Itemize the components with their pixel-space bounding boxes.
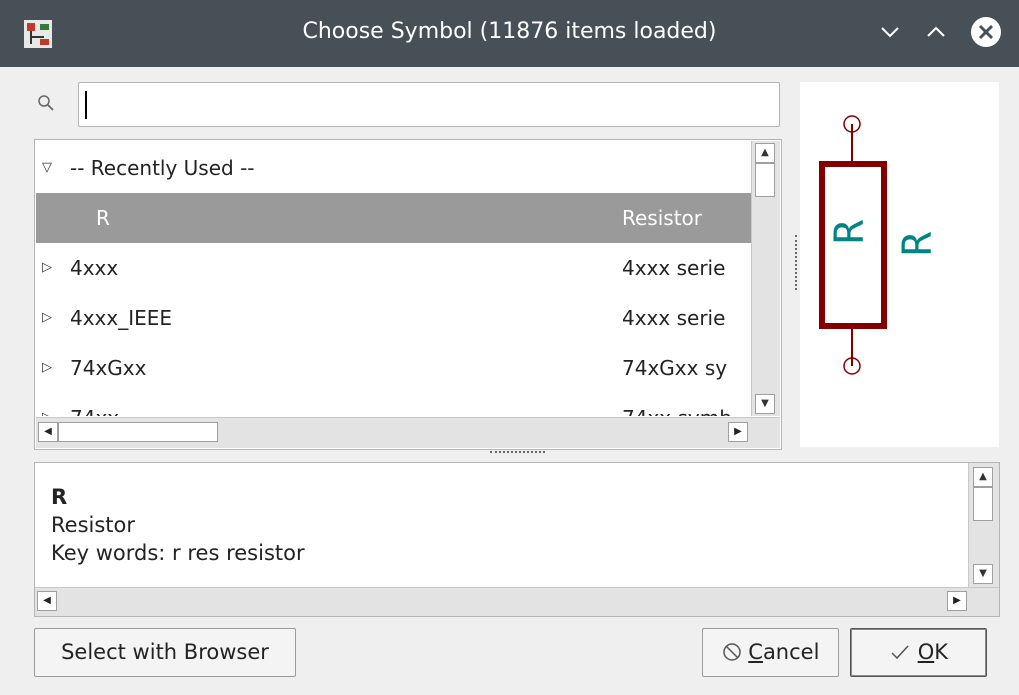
- details-horizontal-scrollbar[interactable]: ◀ ▶: [35, 587, 999, 616]
- tree-row-74xgxx[interactable]: ▷ 74xGxx 74xGxx sy: [36, 343, 751, 393]
- tree-vertical-scrollbar[interactable]: ▲ ▼: [751, 141, 780, 416]
- ok-accelerator: O: [917, 640, 935, 664]
- cancel-icon: [722, 643, 741, 661]
- tree-row-recently-used[interactable]: ▽ -- Recently Used --: [36, 143, 751, 193]
- tree-viewport: ▽ -- Recently Used -- R Resistor ▷ 4xxx …: [36, 141, 751, 416]
- tree-row-desc: 4xxx serie: [622, 306, 726, 330]
- tree-row-name: 4xxx_IEEE: [70, 306, 173, 330]
- select-with-browser-button[interactable]: Select with Browser: [34, 628, 296, 677]
- symbol-preview: R R: [800, 82, 999, 447]
- details-description: Resistor: [51, 513, 135, 537]
- tree-row-r[interactable]: R Resistor: [36, 193, 751, 243]
- tree-row-name: R: [96, 206, 110, 230]
- symbol-tree[interactable]: ▽ -- Recently Used -- R Resistor ▷ 4xxx …: [34, 139, 782, 450]
- tree-row-74xx[interactable]: ▷ 74xx 74xx symb: [36, 393, 751, 416]
- scroll-thumb[interactable]: [755, 163, 775, 197]
- button-label: Select with Browser: [61, 640, 269, 664]
- cancel-accelerator: C: [748, 640, 763, 664]
- checkmark-icon: [891, 645, 909, 660]
- scroll-down-button[interactable]: ▼: [973, 564, 993, 584]
- scroll-left-button[interactable]: ◀: [38, 422, 58, 442]
- scroll-up-button[interactable]: ▲: [755, 143, 775, 163]
- title-bar: Choose Symbol (11876 items loaded): [0, 0, 1019, 67]
- symbol-details-panel: R Resistor Key words: r res resistor ▲ ▼…: [34, 462, 1000, 617]
- details-keywords: Key words: r res resistor: [51, 541, 305, 565]
- chevron-up-icon: [927, 26, 945, 37]
- tree-row-name: -- Recently Used --: [70, 156, 255, 180]
- tree-row-desc: 74xGxx sy: [622, 356, 728, 380]
- symbol-reference-text: R: [895, 231, 941, 256]
- close-icon: [971, 17, 1001, 47]
- tree-horizontal-scrollbar[interactable]: ◀ ▶: [36, 417, 780, 448]
- resistor-symbol-graphic: R R: [819, 115, 941, 375]
- scroll-up-button[interactable]: ▲: [973, 467, 993, 487]
- tree-row-name: 74xGxx: [70, 356, 147, 380]
- tree-row-desc: 4xxx serie: [622, 256, 726, 280]
- scroll-down-button[interactable]: ▼: [755, 394, 775, 414]
- minimize-button[interactable]: [874, 16, 906, 48]
- maximize-button[interactable]: [920, 16, 952, 48]
- tree-row-4xxx[interactable]: ▷ 4xxx 4xxx serie: [36, 243, 751, 293]
- scroll-left-button[interactable]: ◀: [37, 591, 57, 611]
- details-text: R Resistor Key words: r res resistor: [51, 483, 305, 567]
- horizontal-splitter-handle[interactable]: [490, 451, 545, 456]
- details-symbol-name: R: [51, 485, 68, 509]
- collapsed-triangle-icon[interactable]: ▷: [42, 243, 52, 293]
- scroll-thumb[interactable]: [973, 487, 993, 521]
- tree-row-name: 4xxx: [70, 256, 119, 280]
- search-icon: [38, 95, 54, 111]
- tree-row-desc: 74xx symb: [622, 393, 732, 416]
- cancel-button[interactable]: Cancel: [702, 628, 839, 677]
- tree-row-4xxx-ieee[interactable]: ▷ 4xxx_IEEE 4xxx serie: [36, 293, 751, 343]
- cancel-label: ancel: [762, 640, 820, 664]
- collapsed-triangle-icon[interactable]: ▷: [42, 393, 52, 416]
- window-title: Choose Symbol (11876 items loaded): [302, 19, 717, 44]
- collapsed-triangle-icon[interactable]: ▷: [42, 343, 52, 393]
- ok-button[interactable]: OK: [850, 628, 987, 677]
- scroll-right-button[interactable]: ▶: [947, 591, 967, 611]
- details-vertical-scrollbar[interactable]: ▲ ▼: [968, 463, 999, 588]
- search-input[interactable]: [78, 82, 780, 127]
- text-caret: [85, 91, 87, 119]
- chevron-down-icon: [881, 27, 899, 38]
- collapsed-triangle-icon[interactable]: ▷: [42, 293, 52, 343]
- expanded-triangle-icon[interactable]: ▽: [42, 143, 52, 193]
- close-button[interactable]: [970, 16, 1002, 48]
- scroll-thumb[interactable]: [58, 422, 218, 442]
- symbol-value-text: R: [827, 219, 873, 244]
- tree-row-desc: Resistor: [622, 206, 702, 230]
- tree-row-name: 74xx: [70, 393, 119, 416]
- scroll-right-button[interactable]: ▶: [728, 422, 748, 442]
- ok-label: K: [934, 640, 948, 664]
